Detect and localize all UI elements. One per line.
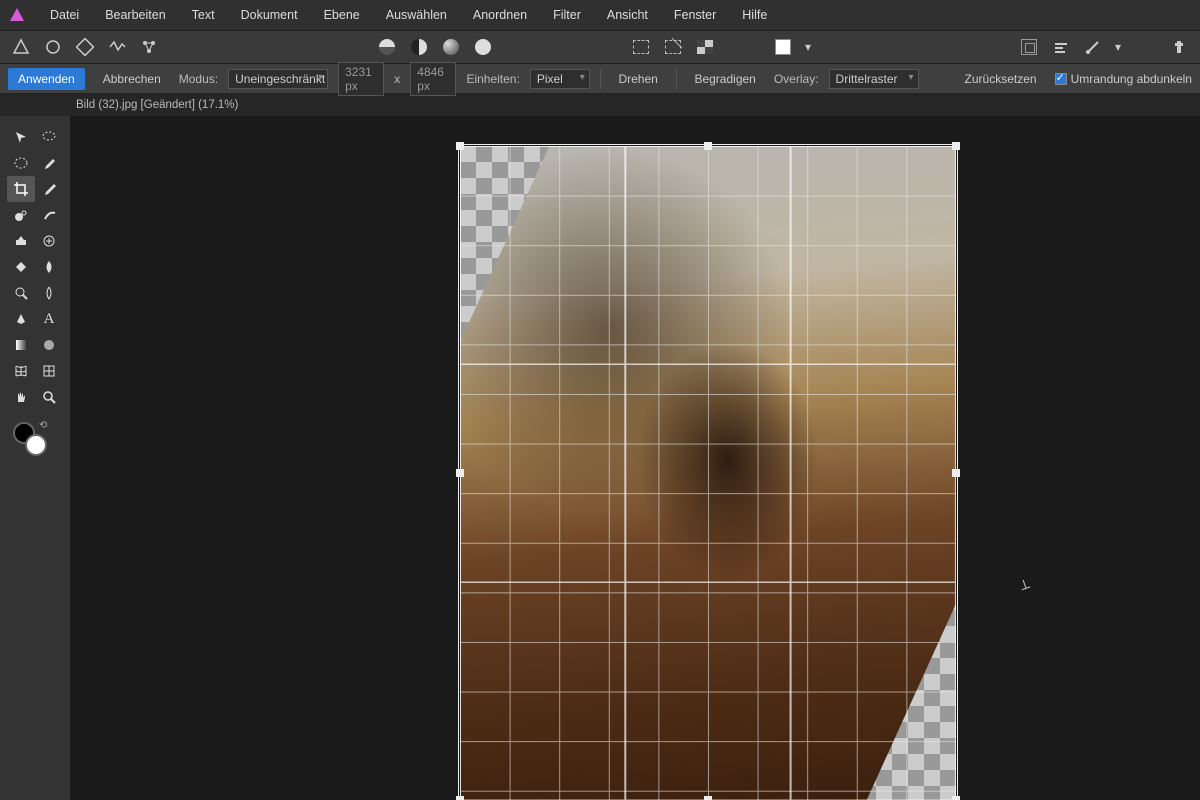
constraints-dropdown-icon[interactable]: ▾	[1112, 34, 1124, 60]
menu-ansicht[interactable]: Ansicht	[595, 2, 660, 28]
crop-tool-icon[interactable]	[7, 176, 35, 202]
crop-height-field[interactable]: 4846 px	[410, 62, 456, 96]
menu-ebene[interactable]: Ebene	[312, 2, 372, 28]
document-image	[460, 146, 956, 800]
canvas[interactable]: ⟂	[70, 116, 1200, 800]
menu-fenster[interactable]: Fenster	[662, 2, 728, 28]
marquee-ellipse-tool-icon[interactable]	[7, 150, 35, 176]
document-tab[interactable]: Bild (32).jpg [Geändert] (17.1%)	[76, 99, 238, 111]
units-select[interactable]: Pixel	[530, 69, 590, 89]
constraints-icon[interactable]	[1080, 34, 1106, 60]
apply-button[interactable]: Anwenden	[8, 68, 85, 90]
menu-bearbeiten[interactable]: Bearbeiten	[93, 2, 177, 28]
menu-datei[interactable]: Datei	[38, 2, 91, 28]
foreground-color-well[interactable]	[25, 434, 47, 456]
document-crop-frame[interactable]	[460, 146, 956, 800]
menu-auswaehlen[interactable]: Auswählen	[374, 2, 459, 28]
swatch-dropdown-icon[interactable]: ▾	[802, 34, 814, 60]
persona-develop-icon[interactable]	[72, 34, 98, 60]
shape-tool-icon[interactable]	[35, 332, 63, 358]
gradient-tool-icon[interactable]	[7, 332, 35, 358]
overlay-select[interactable]: Drittelraster	[829, 69, 919, 89]
menu-dokument[interactable]: Dokument	[229, 2, 310, 28]
smudge-tool-icon[interactable]	[35, 280, 63, 306]
main-area: A ⟲ ⟂	[0, 116, 1200, 800]
straighten-button[interactable]: Begradigen	[686, 68, 763, 90]
crop-handle-r[interactable]	[952, 469, 960, 477]
healing-tool-icon[interactable]	[35, 228, 63, 254]
select-strike-icon[interactable]	[660, 34, 686, 60]
menu-filter[interactable]: Filter	[541, 2, 593, 28]
crop-handle-t[interactable]	[704, 142, 712, 150]
rotate-button[interactable]: Drehen	[610, 68, 665, 90]
crop-handle-l[interactable]	[456, 469, 464, 477]
paint-mixer-tool-icon[interactable]	[35, 202, 63, 228]
persona-export-icon[interactable]	[136, 34, 162, 60]
clone-tool-icon[interactable]	[7, 202, 35, 228]
menu-text[interactable]: Text	[180, 2, 227, 28]
straighten-cursor-icon: ⟂	[1017, 575, 1032, 594]
color-picker-tool-icon[interactable]	[35, 150, 63, 176]
separator	[676, 69, 677, 89]
swatch-icon[interactable]	[770, 34, 796, 60]
crop-width-field[interactable]: 3231 px	[338, 62, 384, 96]
perspective-tool-icon[interactable]	[35, 358, 63, 384]
persona-tone-icon[interactable]	[104, 34, 130, 60]
tools-panel: A ⟲	[0, 116, 70, 800]
persona-liquify-icon[interactable]	[40, 34, 66, 60]
mode-label: Modus:	[179, 72, 218, 86]
view-hand-tool-icon[interactable]	[7, 384, 35, 410]
pen-tool-icon[interactable]	[7, 306, 35, 332]
persona-photo-icon[interactable]	[8, 34, 34, 60]
tone-radial-icon[interactable]	[438, 34, 464, 60]
flood-fill-tool-icon[interactable]	[7, 254, 35, 280]
zoom-tool-icon[interactable]	[35, 384, 63, 410]
move-tool-icon[interactable]	[7, 124, 35, 150]
darken-border-checkbox[interactable]: Umrandung abdunkeln	[1055, 72, 1192, 86]
text-tool-icon[interactable]: A	[35, 306, 63, 332]
x-separator: x	[394, 72, 400, 86]
options-bar: Anwenden Abbrechen Modus: Uneingeschränk…	[0, 64, 1200, 94]
color-wells[interactable]: ⟲	[7, 420, 63, 460]
align-icon[interactable]	[1048, 34, 1074, 60]
menu-hilfe[interactable]: Hilfe	[730, 2, 779, 28]
blur-tool-icon[interactable]	[35, 254, 63, 280]
select-toggle-icon[interactable]	[692, 34, 718, 60]
units-label: Einheiten:	[466, 72, 519, 86]
crop-handle-bl[interactable]	[456, 796, 464, 800]
paint-brush-tool-icon[interactable]	[35, 176, 63, 202]
cancel-button[interactable]: Abbrechen	[95, 68, 169, 90]
toolbar: ▾ ▾	[0, 30, 1200, 64]
crop-handle-b[interactable]	[704, 796, 712, 800]
crop-handle-tl[interactable]	[456, 142, 464, 150]
snap-icon[interactable]	[1016, 34, 1042, 60]
menubar: Datei Bearbeiten Text Dokument Ebene Aus…	[0, 0, 1200, 30]
reset-button[interactable]: Zurücksetzen	[957, 68, 1045, 90]
dodge-tool-icon[interactable]	[7, 280, 35, 306]
document-tab-bar: Bild (32).jpg [Geändert] (17.1%)	[0, 94, 1200, 116]
crop-handle-br[interactable]	[952, 796, 960, 800]
mesh-warp-tool-icon[interactable]	[7, 358, 35, 384]
tone-hard-icon[interactable]	[406, 34, 432, 60]
mode-select[interactable]: Uneingeschränkt	[228, 69, 328, 89]
tone-linear-icon[interactable]	[374, 34, 400, 60]
assistant-icon[interactable]	[1166, 34, 1192, 60]
overlay-label: Overlay:	[774, 72, 819, 86]
menu-anordnen[interactable]: Anordnen	[461, 2, 539, 28]
darken-border-label: Umrandung abdunkeln	[1071, 72, 1192, 86]
separator	[600, 69, 601, 89]
swap-colors-icon[interactable]: ⟲	[39, 420, 47, 431]
tone-solid-icon[interactable]	[470, 34, 496, 60]
freehand-select-tool-icon[interactable]	[35, 124, 63, 150]
crop-handle-tr[interactable]	[952, 142, 960, 150]
select-rect-icon[interactable]	[628, 34, 654, 60]
app-logo-icon	[8, 6, 26, 24]
inpaint-tool-icon[interactable]	[7, 228, 35, 254]
